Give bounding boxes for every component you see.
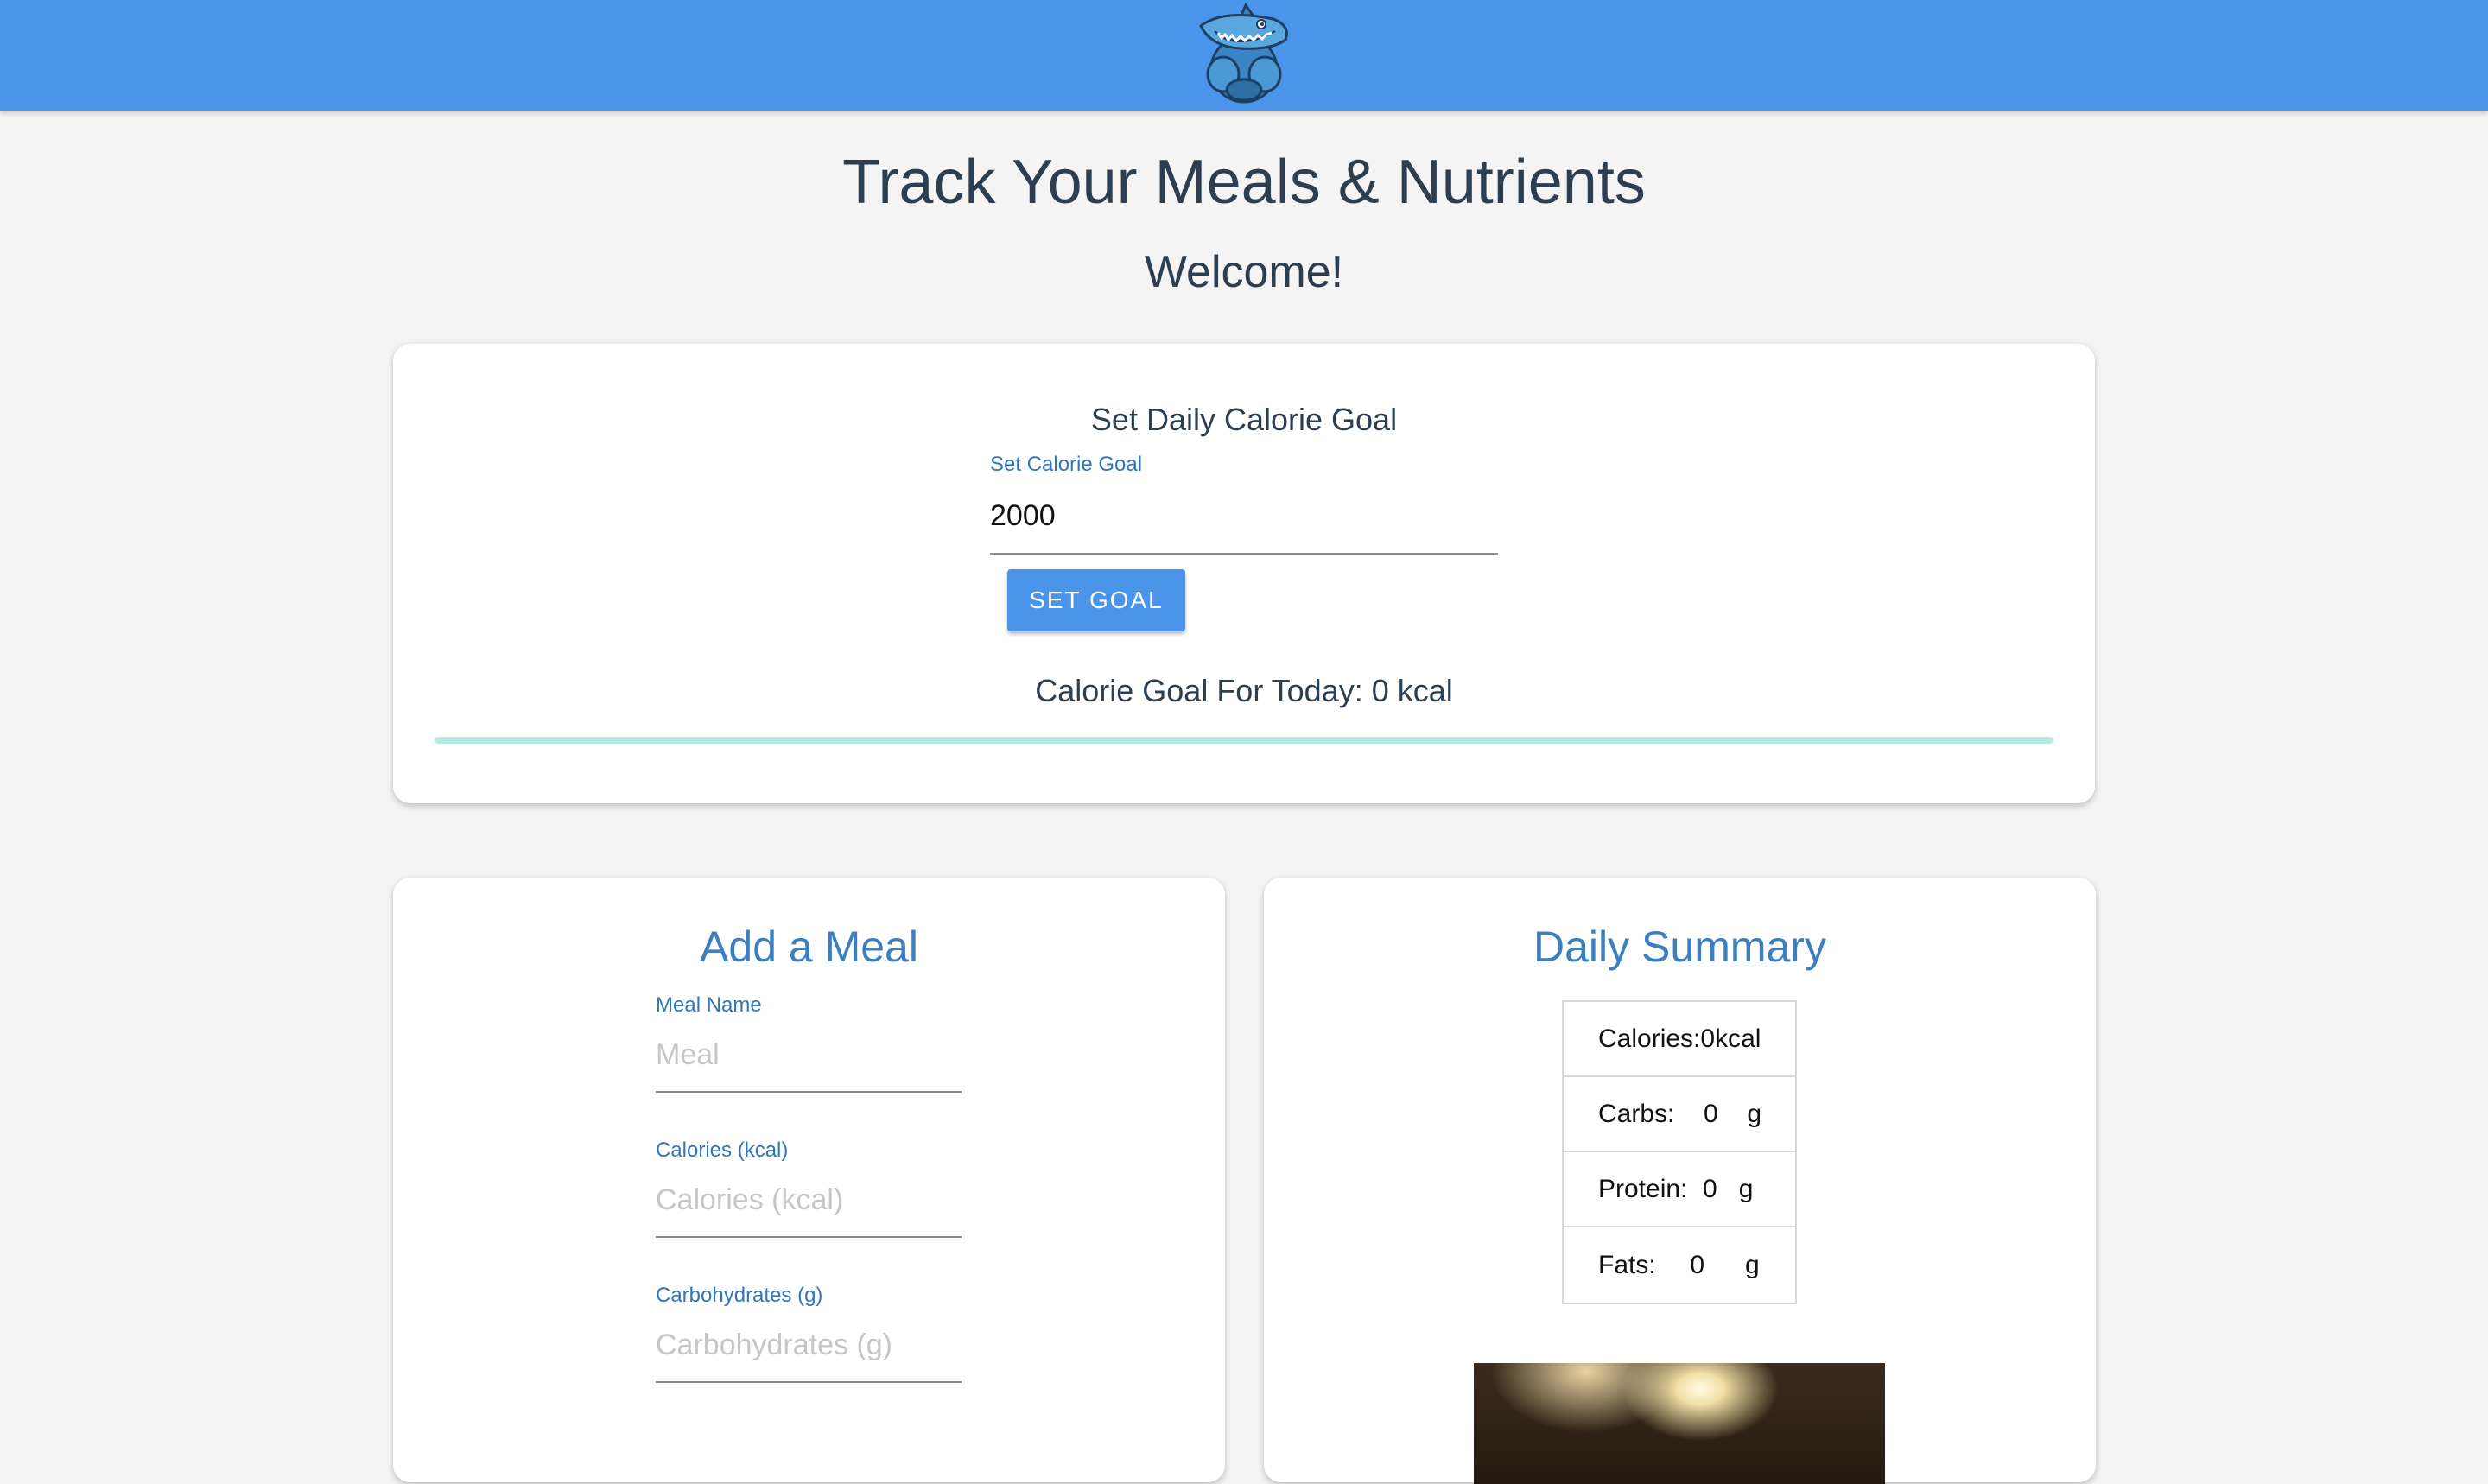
page-title: Track Your Meals & Nutrients [842, 148, 1646, 217]
calories-label: Calories (kcal) [656, 1138, 789, 1162]
summary-row-calories: Calories: 0 kcal [1564, 1002, 1795, 1077]
meal-name-input[interactable] [656, 1035, 962, 1075]
summary-unit: kcal [1715, 1024, 1761, 1053]
carbohydrates-underline [656, 1381, 962, 1383]
top-app-bar [0, 0, 2488, 111]
food-photo [1474, 1363, 1885, 1484]
summary-unit: g [1747, 1099, 1762, 1128]
summary-unit: g [1745, 1250, 1760, 1279]
calorie-goal-input[interactable] [990, 496, 1498, 536]
summary-value: 0 [1690, 1250, 1705, 1279]
calorie-goal-heading: Set Daily Calorie Goal [1090, 402, 1398, 437]
summary-unit: g [1738, 1174, 1754, 1203]
calorie-goal-label: Set Calorie Goal [990, 453, 1143, 476]
summary-value: 0 [1703, 1174, 1717, 1203]
calorie-goal-input-underline [990, 553, 1498, 555]
summary-row-protein: Protein: 0 g [1564, 1152, 1795, 1227]
set-goal-button[interactable]: SET GOAL [1007, 569, 1185, 631]
summary-label: Protein: [1598, 1174, 1688, 1203]
shark-mascot-logo-icon[interactable] [1189, 0, 1299, 105]
calorie-progress-bar [435, 737, 2053, 744]
meal-name-label: Meal Name [656, 993, 762, 1017]
summary-label: Calories: [1598, 1024, 1701, 1053]
summary-label: Fats: [1598, 1250, 1656, 1279]
daily-summary-title: Daily Summary [1533, 923, 1826, 971]
summary-row-fats: Fats: 0 g [1564, 1227, 1795, 1303]
calories-underline [656, 1236, 962, 1238]
summary-table: Calories: 0 kcal Carbs: 0 g Protein: 0 g Fats:… [1562, 1000, 1797, 1304]
welcome-heading: Welcome! [1144, 247, 1344, 297]
summary-row-carbs: Carbs: 0 g [1564, 1077, 1795, 1152]
calories-input[interactable] [656, 1180, 962, 1220]
calorie-goal-status: Calorie Goal For Today: 0 kcal [1035, 673, 1453, 708]
summary-value: 0 [1700, 1024, 1716, 1053]
daily-summary-card: Daily Summary Calories: 0 kcal Carbs: 0 g Pr… [1264, 878, 2096, 1484]
add-meal-card: Add a Meal Meal Name Calories (kcal) Car… [393, 878, 1225, 1482]
calorie-goal-card: Set Daily Calorie Goal Set Calorie Goal … [393, 344, 2095, 803]
meal-name-underline [656, 1091, 962, 1093]
summary-value: 0 [1704, 1099, 1718, 1128]
carbohydrates-input[interactable] [656, 1325, 962, 1365]
carbohydrates-label: Carbohydrates (g) [656, 1284, 823, 1307]
add-meal-title: Add a Meal [700, 923, 918, 971]
summary-label: Carbs: [1598, 1099, 1675, 1128]
